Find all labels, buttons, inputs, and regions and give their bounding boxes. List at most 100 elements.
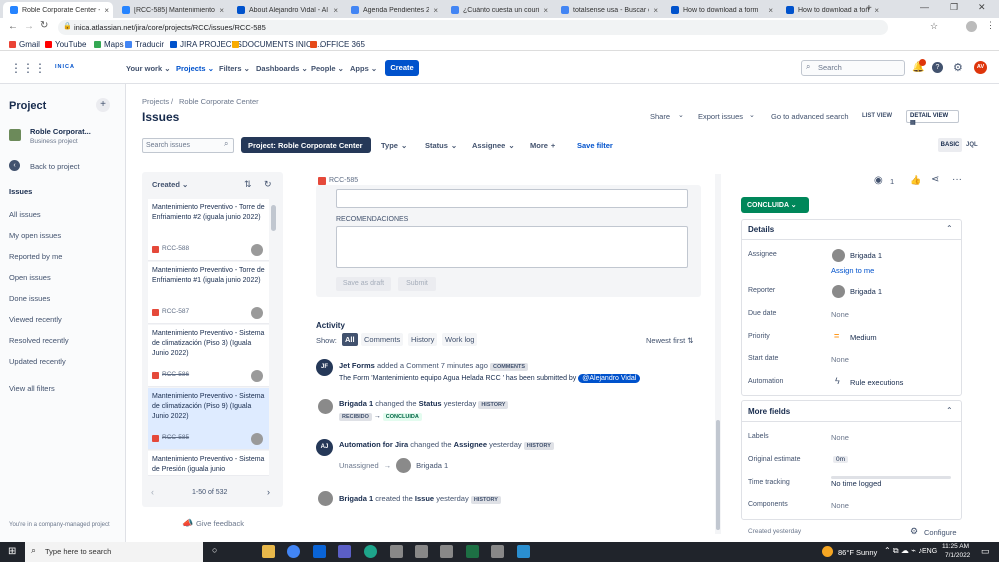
app-switcher-icon[interactable]: ⋮⋮⋮	[10, 61, 46, 75]
sidebar-filter-item[interactable]: Viewed recently	[9, 315, 62, 324]
activity-author[interactable]: Brigada 1	[339, 399, 373, 408]
field-value[interactable]: Rule executions	[850, 378, 903, 387]
advanced-search-button[interactable]: Go to advanced search	[771, 112, 849, 121]
create-button[interactable]: Create	[385, 60, 419, 76]
issue-card[interactable]: Mantenimiento Preventivo - Torre de Enfr…	[148, 262, 269, 324]
app-icon[interactable]	[390, 545, 403, 558]
sidebar-filter-item[interactable]: My open issues	[9, 231, 61, 240]
app-icon[interactable]	[517, 545, 530, 558]
browser-tab[interactable]: totalsense usa - Buscar co ×	[554, 2, 662, 18]
close-tab-icon[interactable]: ×	[543, 6, 548, 15]
user-avatar[interactable]: AV	[974, 61, 987, 74]
back-arrow-icon[interactable]: ‹	[9, 160, 20, 171]
bookmark-item[interactable]: Maps	[94, 40, 124, 49]
maximize-icon[interactable]: ❐	[950, 2, 958, 13]
browser-tab[interactable]: Roble Corporate Center - I ×	[3, 2, 113, 18]
activity-author[interactable]: Brigada 1	[339, 494, 373, 503]
reload-icon[interactable]: ↻	[40, 20, 48, 31]
issue-card[interactable]: Mantenimiento Preventivo - Sistema de cl…	[148, 325, 269, 387]
next-page-icon[interactable]: ›	[267, 487, 270, 497]
windows-start-icon[interactable]: ⊞	[8, 546, 16, 557]
sidebar-filter-item[interactable]: Open issues	[9, 273, 51, 282]
breadcrumb-projects[interactable]: Projects	[142, 97, 169, 106]
assign-to-me-link[interactable]: Assign to me	[831, 266, 874, 275]
close-tab-icon[interactable]: ×	[874, 6, 879, 15]
notification-center-icon[interactable]: ▭	[981, 546, 990, 557]
app-icon[interactable]	[415, 545, 428, 558]
settings-gear-icon[interactable]: ⚙	[953, 61, 963, 74]
jql-toggle[interactable]: JQL	[966, 142, 978, 148]
sort-order-icon[interactable]: ⇅	[244, 179, 252, 190]
bookmark-item[interactable]: YouTube	[45, 40, 86, 49]
activity-tab[interactable]: History	[408, 333, 438, 346]
project-filter-button[interactable]: Project: Roble Corporate Center ⌄	[241, 137, 371, 159]
refresh-icon[interactable]: ↻	[264, 179, 272, 190]
more-actions-icon[interactable]: ···	[952, 174, 962, 185]
sidebar-filter-item[interactable]: Updated recently	[9, 357, 66, 366]
issue-card[interactable]: Mantenimiento Preventivo - Torre de Enfr…	[148, 199, 269, 261]
activity-tab[interactable]: Comments	[361, 333, 404, 346]
detail-view-toggle[interactable]: DETAIL VIEW ▤	[906, 110, 959, 126]
field-value[interactable]: None	[831, 310, 849, 319]
global-search-input[interactable]: Search	[801, 60, 905, 76]
field-value[interactable]: None	[831, 433, 849, 442]
clock-date[interactable]: 7/1/2022	[945, 552, 970, 559]
close-tab-icon[interactable]: ×	[653, 6, 658, 15]
watch-eye-icon[interactable]: ◉	[874, 175, 883, 186]
chrome-icon[interactable]	[287, 545, 300, 558]
collapse-icon[interactable]: ⌃	[946, 224, 953, 233]
back-icon[interactable]: ←	[8, 21, 18, 32]
profile-icon[interactable]	[966, 21, 977, 32]
field-value[interactable]: None	[831, 501, 849, 510]
clock-time[interactable]: 11:25 AM	[942, 543, 969, 550]
taskbar-search-input[interactable]: Type here to search	[25, 542, 203, 562]
nav-item[interactable]: Your work ⌄	[126, 64, 171, 73]
list-view-toggle[interactable]: LIST VIEW	[862, 113, 892, 119]
prev-page-icon[interactable]: ‹	[151, 487, 154, 497]
close-tab-icon[interactable]: ×	[768, 6, 773, 15]
issue-key[interactable]: RCC-585	[329, 177, 358, 184]
excel-icon[interactable]	[466, 545, 479, 558]
close-tab-icon[interactable]: ×	[219, 6, 224, 15]
activity-tab[interactable]: Work log	[442, 333, 478, 346]
minimize-icon[interactable]: —	[920, 2, 929, 12]
close-tab-icon[interactable]: ×	[433, 6, 438, 15]
mention[interactable]: @Alejandro Vidal	[578, 374, 641, 383]
browser-tab[interactable]: ¿Cuánto cuesta un courier ×	[444, 2, 552, 18]
filter-dropdown[interactable]: More +	[530, 137, 555, 153]
field-value[interactable]: Brigada 1	[850, 251, 882, 260]
status-dropdown[interactable]: CONCLUIDA ⌄	[741, 197, 809, 213]
forward-icon[interactable]: →	[24, 21, 34, 32]
url-input[interactable]: inica.atlassian.net/jira/core/projects/R…	[58, 20, 888, 35]
sidebar-filter-item[interactable]: Resolved recently	[9, 336, 69, 345]
tray-icons[interactable]: ⌃ ⧉ ☁ ⌁ ♪	[884, 546, 922, 556]
issue-card[interactable]: Mantenimiento Preventivo - Sistema de cl…	[148, 388, 269, 450]
sort-dropdown[interactable]: Created ⌄	[152, 180, 188, 189]
textarea-previous[interactable]	[336, 189, 688, 208]
activity-tab[interactable]: All	[342, 333, 358, 346]
app-icon[interactable]	[491, 545, 504, 558]
save-filter-link[interactable]: Save filter	[577, 141, 613, 150]
vote-icon[interactable]: 👍	[910, 175, 921, 186]
nav-item[interactable]: Projects ⌄	[176, 64, 214, 73]
configure-link[interactable]: Configure	[924, 528, 957, 537]
activity-sort[interactable]: Newest first ⇅	[646, 336, 694, 345]
share-icon[interactable]: ⋖	[931, 174, 939, 185]
filter-dropdown[interactable]: Status ⌄	[425, 137, 457, 153]
sidebar-filter-item[interactable]: Reported by me	[9, 252, 62, 261]
nav-item[interactable]: Apps ⌄	[350, 64, 377, 73]
close-tab-icon[interactable]: ×	[104, 6, 109, 15]
bookmark-item[interactable]: Gmail	[9, 40, 40, 49]
field-value[interactable]: Medium	[850, 333, 877, 342]
configure-gear-icon[interactable]: ⚙	[910, 526, 918, 537]
filter-dropdown[interactable]: Assignee ⌄	[472, 137, 515, 153]
bookmark-item[interactable]: OFFICE 365	[310, 40, 365, 49]
field-value[interactable]: No time logged	[831, 479, 881, 488]
sidebar-filter-item[interactable]: Done issues	[9, 294, 50, 303]
close-window-icon[interactable]: ✕	[978, 2, 986, 13]
search-issues-input[interactable]: Search issues	[142, 138, 234, 153]
details-title[interactable]: Details	[748, 225, 774, 234]
new-tab-icon[interactable]: +	[866, 3, 872, 14]
save-draft-button[interactable]: Save as draft	[336, 277, 391, 291]
nav-item[interactable]: People ⌄	[311, 64, 344, 73]
